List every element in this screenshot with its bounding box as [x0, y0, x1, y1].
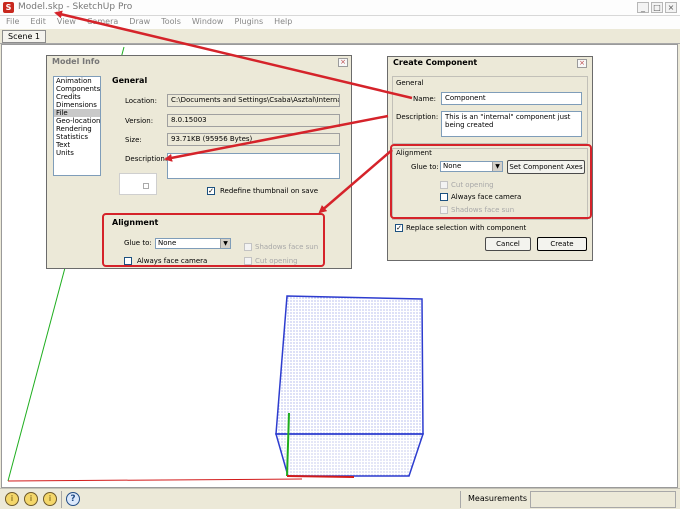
- version-label: Version:: [125, 117, 154, 125]
- location-field: C:\Documents and Settings\Csaba\Asztal\I…: [167, 94, 340, 107]
- status-divider: [460, 491, 461, 508]
- sketchup-app-icon[interactable]: S: [3, 2, 14, 13]
- maximize-button[interactable]: □: [651, 2, 663, 13]
- menu-help[interactable]: Help: [274, 16, 292, 29]
- annotation-box-model-info-alignment: [102, 213, 325, 267]
- location-label: Location:: [125, 97, 157, 105]
- menu-view[interactable]: View: [57, 16, 76, 29]
- size-field: 93.71KB (95956 Bytes): [167, 133, 340, 146]
- nav-item-rendering[interactable]: Rendering: [54, 125, 100, 133]
- cc-description-label: Description:: [396, 113, 439, 121]
- menu-bar: File Edit View Camera Draw Tools Window …: [0, 16, 680, 29]
- create-button[interactable]: Create: [537, 237, 587, 251]
- version-field: 8.0.15003: [167, 114, 340, 127]
- model-info-title: Model Info: [52, 57, 100, 66]
- nav-item-animation[interactable]: Animation: [54, 77, 100, 85]
- minimize-button[interactable]: _: [637, 2, 649, 13]
- help-icon[interactable]: ?: [66, 492, 80, 506]
- menu-draw[interactable]: Draw: [129, 16, 150, 29]
- cube-front-face: [275, 295, 424, 435]
- nav-item-statistics[interactable]: Statistics: [54, 133, 100, 141]
- menu-edit[interactable]: Edit: [30, 16, 46, 29]
- cc-name-input[interactable]: Component: [441, 92, 582, 105]
- cc-general-heading: General: [396, 79, 424, 87]
- window-title: Model.skp - SketchUp Pro: [18, 2, 133, 12]
- annotation-box-create-component-alignment: [390, 144, 592, 219]
- description-field[interactable]: [167, 153, 340, 179]
- window-controls: _ □ ×: [637, 2, 677, 13]
- thumbnail-preview: [119, 173, 157, 195]
- status-bar: i i i ? Measurements: [0, 488, 680, 509]
- measurements-label: Measurements: [468, 494, 528, 503]
- nav-item-credits[interactable]: Credits: [54, 93, 100, 101]
- menu-file[interactable]: File: [6, 16, 19, 29]
- menu-tools[interactable]: Tools: [161, 16, 181, 29]
- cancel-button[interactable]: Cancel: [485, 237, 531, 251]
- scene-tab-bar: Scene 1: [0, 29, 680, 44]
- geo-info-icon[interactable]: i: [5, 492, 19, 506]
- model-info-nav-list: Animation Components Credits Dimensions …: [53, 76, 101, 176]
- general-heading: General: [112, 76, 148, 85]
- size-label: Size:: [125, 136, 142, 144]
- red-axis-line: [7, 478, 303, 482]
- description-label: Description:: [125, 155, 168, 163]
- nav-item-text[interactable]: Text: [54, 141, 100, 149]
- create-component-close-button[interactable]: ×: [577, 59, 587, 68]
- menu-window[interactable]: Window: [192, 16, 224, 29]
- status-divider: [61, 491, 62, 508]
- cc-name-label: Name:: [413, 95, 437, 103]
- replace-selection-label: Replace selection with component: [406, 224, 527, 232]
- create-component-title: Create Component: [393, 58, 478, 67]
- nav-item-file[interactable]: File: [54, 109, 100, 117]
- nav-item-units[interactable]: Units: [54, 149, 100, 157]
- cube-red-axis: [286, 475, 355, 478]
- close-button[interactable]: ×: [665, 2, 677, 13]
- menu-plugins[interactable]: Plugins: [234, 16, 263, 29]
- user-info-icon[interactable]: i: [43, 492, 57, 506]
- title-bar: S Model.skp - SketchUp Pro _ □ ×: [0, 0, 680, 16]
- nav-item-geo-location[interactable]: Geo-location: [54, 117, 100, 125]
- cc-description-input[interactable]: This is an "internal" component just bei…: [441, 111, 582, 137]
- measurements-input[interactable]: [530, 491, 676, 508]
- model-info-close-button[interactable]: ×: [338, 58, 348, 67]
- redefine-thumbnail-checkbox[interactable]: ✓: [207, 187, 215, 195]
- replace-selection-checkbox[interactable]: ✓: [395, 224, 403, 232]
- cube-bottom-face: [275, 433, 425, 477]
- nav-item-components[interactable]: Components: [54, 85, 100, 93]
- scene-tab-1[interactable]: Scene 1: [2, 30, 47, 43]
- menu-camera[interactable]: Camera: [87, 16, 118, 29]
- nav-item-dimensions[interactable]: Dimensions: [54, 101, 100, 109]
- redefine-thumbnail-label: Redefine thumbnail on save: [220, 187, 319, 195]
- thumbnail-icon: [143, 183, 149, 189]
- credits-info-icon[interactable]: i: [24, 492, 38, 506]
